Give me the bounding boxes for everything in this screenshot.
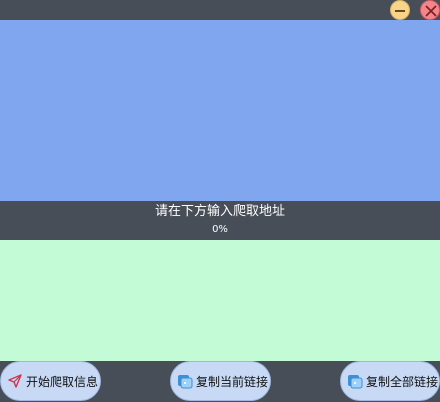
copy-current-link-label: 复制当前链接 — [196, 374, 269, 389]
url-input[interactable] — [0, 240, 440, 361]
copy-icon — [348, 375, 363, 389]
copy-all-links-label: 复制全部链接 — [366, 374, 439, 389]
start-crawl-label: 开始爬取信息 — [26, 374, 99, 389]
copy-current-link-button[interactable]: 复制当前链接 — [170, 361, 271, 401]
close-button[interactable] — [420, 0, 440, 20]
close-icon — [425, 5, 437, 17]
progress-text: 0% — [212, 224, 228, 235]
title-bar — [0, 0, 440, 20]
copy-all-links-button[interactable]: 复制全部链接 — [340, 361, 440, 401]
send-arrow-icon — [8, 374, 22, 388]
instruction-text: 请在下方输入爬取地址 — [154, 204, 285, 219]
minimize-button[interactable] — [390, 0, 410, 20]
start-crawl-button[interactable]: 开始爬取信息 — [0, 361, 101, 401]
output-area — [0, 20, 440, 201]
copy-icon — [178, 375, 193, 389]
